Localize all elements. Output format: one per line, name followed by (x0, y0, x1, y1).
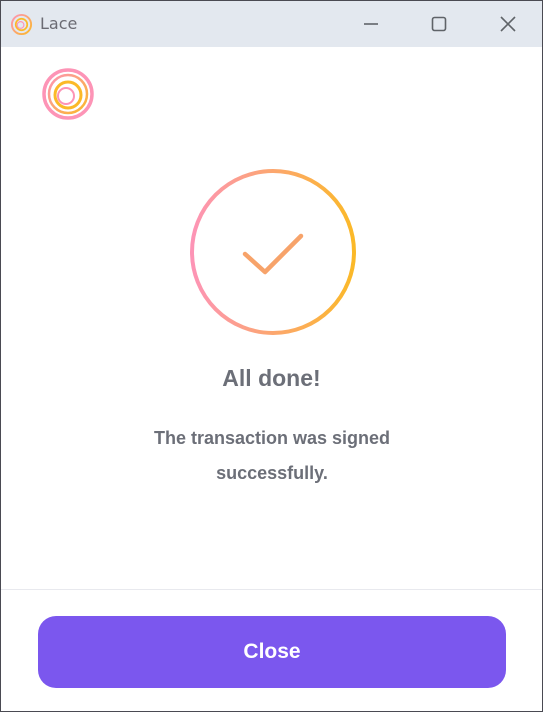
checkmark-circle-icon (190, 169, 356, 335)
status-message: The transaction was signed successfully. (153, 428, 391, 483)
title-bar[interactable]: Lace (1, 1, 542, 47)
window-close-button[interactable] (485, 1, 531, 47)
close-icon (500, 16, 516, 32)
close-button[interactable]: Close (38, 616, 506, 688)
lace-logo-icon (42, 68, 94, 120)
maximize-button[interactable] (416, 1, 462, 47)
page-title: All done! (222, 365, 321, 391)
app-window: Lace All done! The transaction was signe… (0, 0, 543, 712)
lace-logo-icon (10, 13, 33, 36)
minimize-button[interactable] (348, 1, 394, 47)
minimize-icon (364, 23, 378, 25)
maximize-icon (431, 16, 447, 32)
window-title: Lace (40, 14, 78, 33)
confirmation-panel: All done! The transaction was signed suc… (1, 47, 542, 591)
footer: Close (1, 590, 542, 711)
